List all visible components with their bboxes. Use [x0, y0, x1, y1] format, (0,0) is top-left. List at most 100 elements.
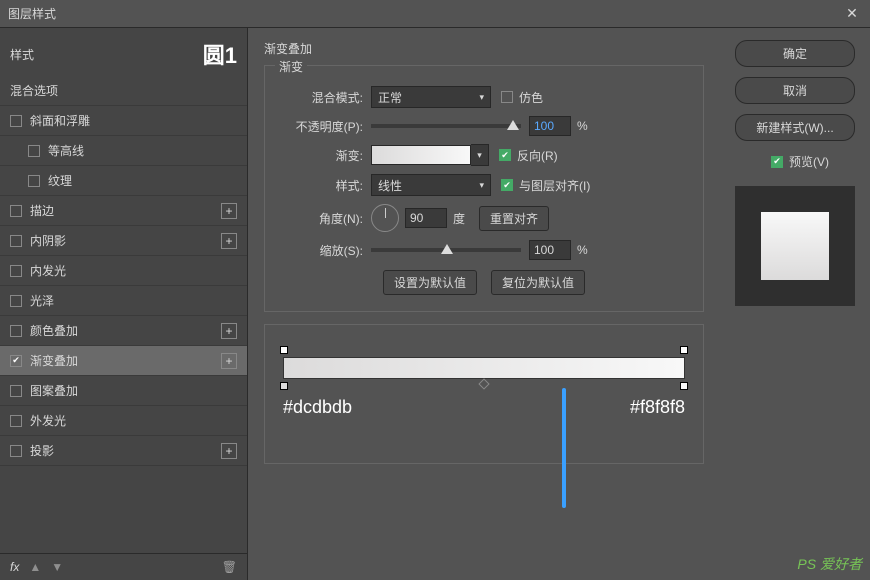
midpoint-stop[interactable]: [478, 378, 489, 389]
add-icon[interactable]: +: [221, 233, 237, 249]
sidebar-item-gradient-overlay[interactable]: 渐变叠加 +: [0, 346, 247, 376]
scale-unit: %: [577, 243, 588, 257]
sidebar-item-satin[interactable]: 光泽: [0, 286, 247, 316]
cancel-button[interactable]: 取消: [735, 77, 855, 104]
checkbox-icon[interactable]: [10, 325, 22, 337]
sidebar-item-color-overlay[interactable]: 颜色叠加 +: [0, 316, 247, 346]
blend-options-row[interactable]: 混合选项: [0, 76, 247, 106]
add-icon[interactable]: +: [221, 203, 237, 219]
align-checkbox[interactable]: [501, 179, 513, 191]
sidebar-item-bevel[interactable]: 斜面和浮雕: [0, 106, 247, 136]
reverse-label: 反向(R): [517, 147, 558, 164]
window-title: 图层样式: [8, 5, 842, 22]
color-stop[interactable]: [680, 382, 688, 390]
gradient-label: 渐变:: [279, 147, 363, 164]
scale-label: 缩放(S):: [279, 242, 363, 259]
opacity-unit: %: [577, 119, 588, 133]
gradient-picker[interactable]: [371, 145, 471, 165]
chevron-down-icon[interactable]: ▾: [471, 144, 489, 166]
sidebar-item-drop-shadow[interactable]: 投影 +: [0, 436, 247, 466]
checkbox-icon[interactable]: [10, 385, 22, 397]
watermark: PS 爱好者: [797, 554, 862, 574]
set-default-button[interactable]: 设置为默认值: [383, 270, 477, 295]
sidebar-item-label: 图案叠加: [30, 382, 237, 399]
checkbox-icon[interactable]: [10, 355, 22, 367]
scale-input[interactable]: 100: [529, 240, 571, 260]
add-icon[interactable]: +: [221, 443, 237, 459]
opacity-stop[interactable]: [280, 346, 288, 354]
trash-icon[interactable]: 🗑: [222, 560, 237, 574]
sidebar-item-label: 描边: [30, 202, 221, 219]
gradient-bar[interactable]: [283, 357, 685, 379]
style-value: 线性: [378, 177, 402, 194]
hex-right-label: #f8f8f8: [630, 397, 685, 418]
sidebar-item-outer-glow[interactable]: 外发光: [0, 406, 247, 436]
add-icon[interactable]: +: [221, 323, 237, 339]
reverse-checkbox[interactable]: [499, 149, 511, 161]
preview-box: [735, 186, 855, 306]
opacity-input[interactable]: 100: [529, 116, 571, 136]
opacity-stop[interactable]: [680, 346, 688, 354]
dither-label: 仿色: [519, 89, 543, 106]
checkbox-icon[interactable]: [28, 175, 40, 187]
sidebar-item-texture[interactable]: 纹理: [0, 166, 247, 196]
checkbox-icon[interactable]: [28, 145, 40, 157]
ok-button[interactable]: 确定: [735, 40, 855, 67]
sidebar-item-label: 内阴影: [30, 232, 221, 249]
sidebar-item-label: 渐变叠加: [30, 352, 221, 369]
blend-mode-select[interactable]: 正常 ▾: [371, 86, 491, 108]
sidebar-item-stroke[interactable]: 描边 +: [0, 196, 247, 226]
up-arrow-icon[interactable]: ▲: [29, 560, 41, 574]
title-bar: 图层样式 ✕: [0, 0, 870, 28]
sidebar-item-label: 外发光: [30, 412, 237, 429]
styles-sidebar: 样式 圆1 混合选项 斜面和浮雕 等高线 纹理 描边 + 内阴影 +: [0, 28, 248, 580]
checkbox-icon[interactable]: [10, 205, 22, 217]
scale-slider[interactable]: [371, 248, 521, 252]
blend-mode-value: 正常: [378, 89, 402, 106]
fieldset-title: 渐变: [275, 58, 307, 75]
sidebar-item-pattern-overlay[interactable]: 图案叠加: [0, 376, 247, 406]
reset-default-button[interactable]: 复位为默认值: [491, 270, 585, 295]
style-select[interactable]: 线性 ▾: [371, 174, 491, 196]
preview-swatch: [761, 212, 829, 280]
checkbox-icon[interactable]: [10, 235, 22, 247]
style-label: 样式:: [279, 177, 363, 194]
section-title: 渐变叠加: [264, 40, 704, 57]
close-icon[interactable]: ✕: [842, 5, 862, 22]
gradient-fieldset: 渐变 混合模式: 正常 ▾ 仿色 不透明度(P): 100 % 渐变:: [264, 65, 704, 312]
checkbox-icon[interactable]: [10, 115, 22, 127]
gradient-editor[interactable]: #dcdbdb #f8f8f8: [264, 324, 704, 464]
scrollbar[interactable]: [562, 388, 566, 508]
sidebar-item-label: 纹理: [48, 172, 237, 189]
sidebar-item-inner-shadow[interactable]: 内阴影 +: [0, 226, 247, 256]
right-panel: 确定 取消 新建样式(W)... 预览(V): [720, 28, 870, 580]
checkbox-icon[interactable]: [10, 295, 22, 307]
sidebar-item-label: 光泽: [30, 292, 237, 309]
sidebar-item-inner-glow[interactable]: 内发光: [0, 256, 247, 286]
sidebar-footer: fx ▲ ▼ 🗑: [0, 553, 247, 580]
down-arrow-icon[interactable]: ▼: [51, 560, 63, 574]
new-style-button[interactable]: 新建样式(W)...: [735, 114, 855, 141]
fx-icon[interactable]: fx: [10, 560, 19, 574]
opacity-label: 不透明度(P):: [279, 118, 363, 135]
sidebar-item-label: 投影: [30, 442, 221, 459]
color-stop[interactable]: [280, 382, 288, 390]
checkbox-icon[interactable]: [10, 445, 22, 457]
reset-align-button[interactable]: 重置对齐: [479, 206, 549, 231]
preview-checkbox[interactable]: [771, 156, 783, 168]
chevron-down-icon: ▾: [479, 180, 484, 191]
sidebar-item-label: 等高线: [48, 142, 237, 159]
opacity-slider[interactable]: [371, 124, 521, 128]
styles-label: 样式: [10, 46, 34, 63]
dither-checkbox[interactable]: [501, 91, 513, 103]
sidebar-item-contour[interactable]: 等高线: [0, 136, 247, 166]
angle-dial[interactable]: [371, 204, 399, 232]
checkbox-icon[interactable]: [10, 265, 22, 277]
sidebar-item-label: 斜面和浮雕: [30, 112, 237, 129]
sidebar-item-label: 内发光: [30, 262, 237, 279]
checkbox-icon[interactable]: [10, 415, 22, 427]
add-icon[interactable]: +: [221, 353, 237, 369]
angle-input[interactable]: 90: [405, 208, 447, 228]
hex-left-label: #dcdbdb: [283, 397, 352, 418]
main-panel: 渐变叠加 渐变 混合模式: 正常 ▾ 仿色 不透明度(P): 100 % 渐变:: [248, 28, 720, 580]
